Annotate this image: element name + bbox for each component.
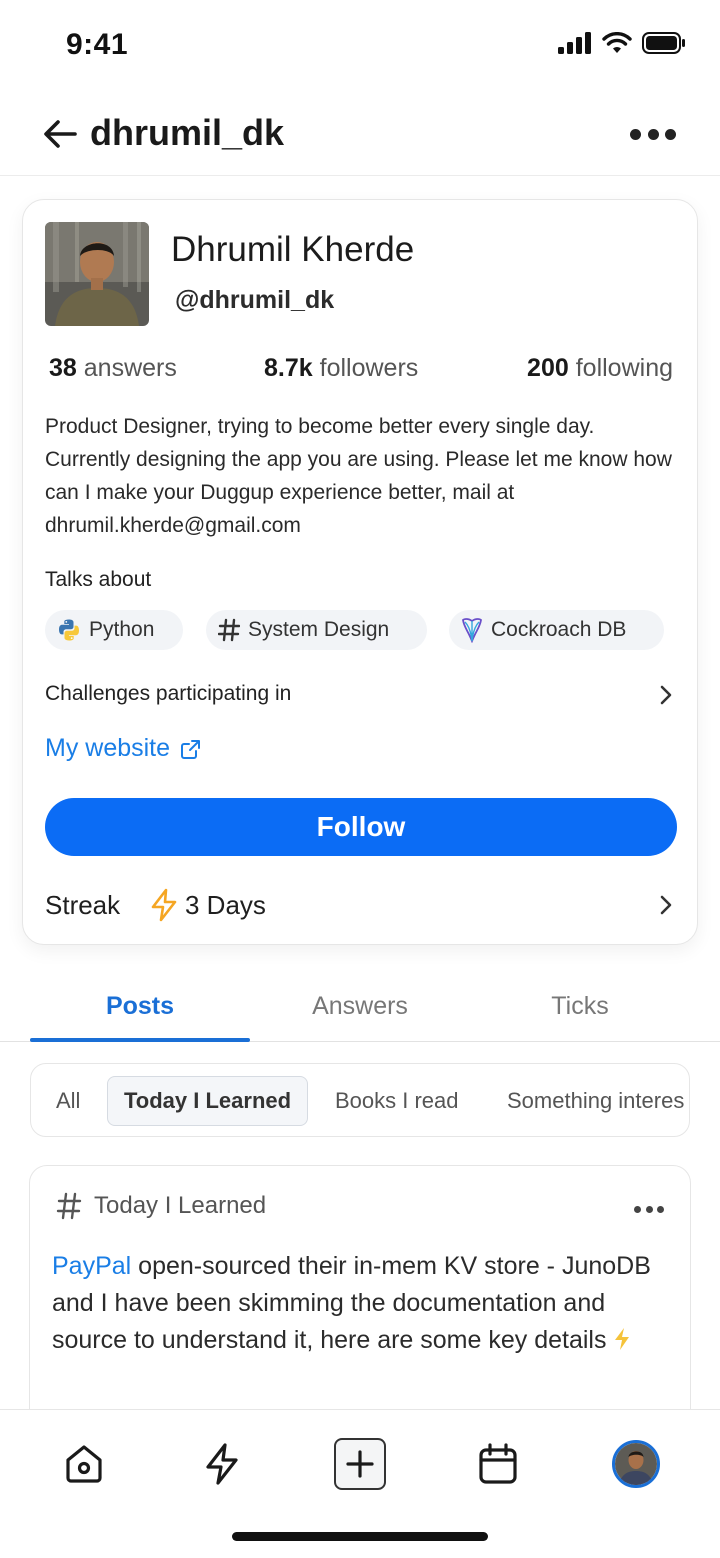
following-label: following [575,354,673,382]
post-link-paypal[interactable]: PayPal [52,1252,131,1280]
post-body-text: open-sourced their in-mem KV store - Jun… [52,1252,651,1354]
filter-books-i-read[interactable]: Books I read [335,1076,459,1126]
followers-label: followers [319,354,419,382]
challenges-label: Challenges participating in [45,682,292,705]
nav-calendar[interactable] [474,1440,522,1488]
profile-bio: Product Designer, trying to become bette… [45,415,672,537]
chevron-right-icon [660,895,672,915]
home-icon [66,1445,102,1483]
topic-label: Python [89,618,155,641]
nav-activity[interactable] [198,1440,246,1488]
more-dot [630,128,641,140]
post-category: Today I Learned [56,1192,266,1220]
arrow-left-icon [44,120,77,148]
follow-button[interactable]: Follow [45,798,677,856]
website-label: My website [45,734,171,762]
cockroachdb-icon [462,618,482,643]
external-link-icon [181,739,201,759]
filter-today-i-learned[interactable]: Today I Learned [107,1076,309,1126]
topic-chip-cockroach-db[interactable]: Cockroach DB [449,610,664,650]
more-dot [665,128,676,140]
streak-label: Streak [45,890,121,920]
topic-chips: Python System Design Cockroach DB [45,610,685,650]
status-bar: 9:41 [0,0,720,92]
home-indicator [232,1532,488,1541]
following-count: 200 [527,354,569,382]
stat-answers[interactable]: 38 answers [49,354,177,383]
profile-handle: @dhrumil_dk [175,286,335,314]
avatar-image [615,1443,657,1485]
add-icon [346,1450,374,1478]
post-filter-bar[interactable]: All Today I Learned Books I read Somethi… [30,1063,690,1137]
wifi-icon [602,32,632,53]
calendar-icon [479,1443,517,1484]
avatar-image [45,222,149,326]
hash-icon [56,1192,82,1220]
profile-stats: 38 answers 8.7k followers 200 following [49,354,673,388]
hash-icon [218,618,240,642]
page-title: dhrumil_dk [90,112,285,153]
chevron-right-icon [660,685,672,705]
topic-label: Cockroach DB [491,618,627,641]
profile-card: Dhrumil Kherde @dhrumil_dk 38 answers 8.… [22,199,698,945]
python-icon [59,619,79,641]
post-category-label: Today I Learned [94,1192,267,1219]
stat-followers[interactable]: 8.7k followers [264,354,418,383]
stat-following[interactable]: 200 following [527,354,673,383]
challenges-row[interactable]: Challenges participating in [45,670,675,720]
talks-about-label: Talks about [45,568,152,591]
active-tab-indicator [30,1038,250,1042]
nav-home[interactable] [60,1440,108,1488]
top-nav-header: dhrumil_dk [0,92,720,176]
bolt-icon [615,1328,630,1350]
topic-chip-system-design[interactable]: System Design [206,610,427,650]
nav-create[interactable] [334,1438,386,1490]
more-dot [634,1205,641,1213]
topic-chip-python[interactable]: Python [45,610,183,650]
tab-answers[interactable]: Answers [250,992,470,1021]
followers-count: 8.7k [264,354,313,382]
post-body: PayPal open-sourced their in-mem KV stor… [52,1248,662,1359]
content-tabs: Posts Answers Ticks [0,982,720,1042]
nav-profile-avatar[interactable] [612,1440,660,1488]
status-time: 9:41 [66,28,129,61]
website-link[interactable]: My website [45,734,202,763]
streak-value: 3 Days [185,890,266,920]
profile-name: Dhrumil Kherde [171,230,415,269]
tab-posts[interactable]: Posts [30,992,250,1021]
tab-ticks[interactable]: Ticks [470,992,690,1021]
more-dot [645,1205,653,1213]
filter-all[interactable]: All [56,1076,80,1126]
more-dot [657,1205,664,1213]
bolt-icon [206,1443,238,1485]
more-dot [647,128,659,140]
answers-label: answers [83,354,177,382]
answers-count: 38 [49,354,77,382]
signal-icon [558,32,591,54]
profile-avatar[interactable] [45,222,149,326]
battery-icon [642,32,685,54]
more-options-button[interactable] [630,122,676,146]
topic-label: System Design [248,618,390,641]
bottom-nav [0,1409,720,1558]
bolt-icon [151,888,177,922]
back-button[interactable] [40,116,80,152]
post-more-button[interactable] [634,1204,664,1214]
filter-something-interesting[interactable]: Something interes [507,1076,684,1126]
streak-row[interactable]: Streak 3 Days [45,884,675,928]
status-icons [558,32,686,54]
